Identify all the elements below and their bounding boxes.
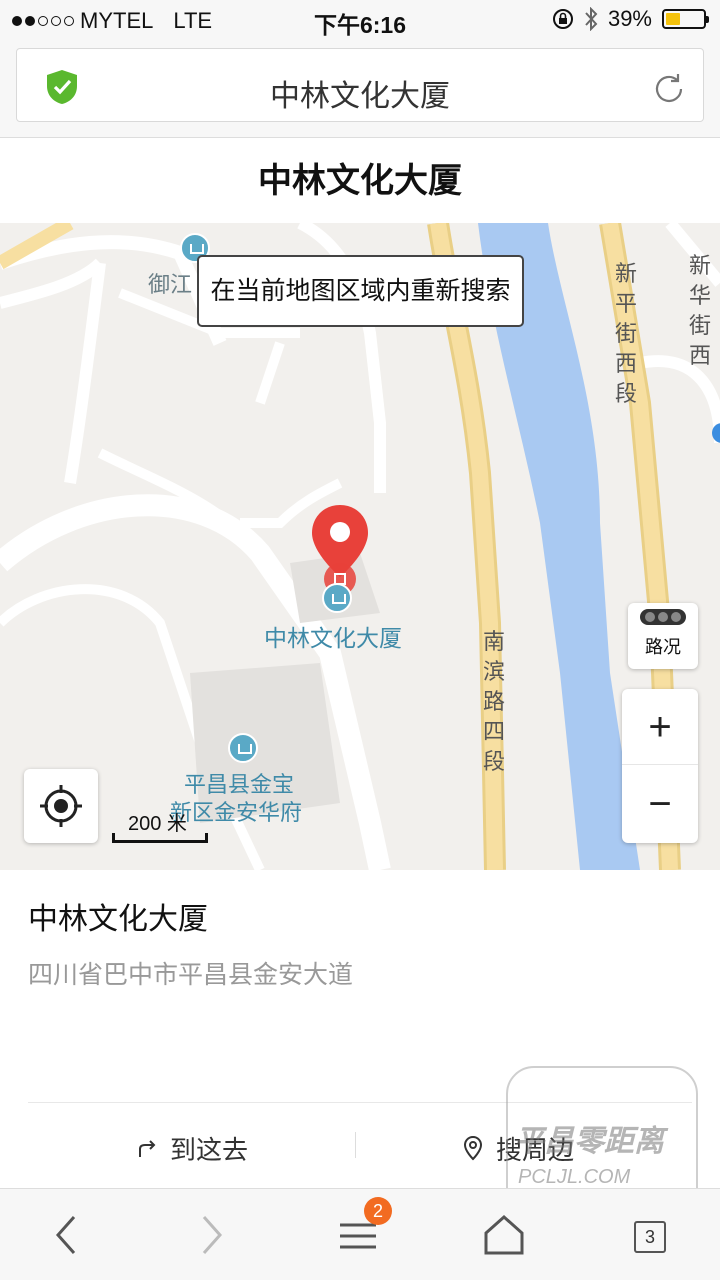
scale-text: 200 米 [128, 813, 187, 835]
action-separator [355, 1132, 356, 1158]
battery-icon [662, 9, 709, 29]
back-button[interactable] [36, 1205, 96, 1265]
battery-level [666, 13, 681, 25]
forward-button[interactable] [182, 1205, 242, 1265]
go-here-button[interactable]: 到这去 [136, 1126, 248, 1170]
bluetooth-icon [585, 7, 598, 31]
zoom-control: + − [622, 689, 698, 843]
traffic-label: 路况 [645, 637, 681, 657]
research-area-button[interactable]: 在当前地图区域内重新搜索 [197, 255, 524, 327]
location-marker-icon [463, 1135, 483, 1161]
watermark-url: PCLJL.COM [518, 1166, 631, 1188]
page-header: 中林文化大厦 [0, 139, 720, 223]
battery-percent: 39% [607, 6, 652, 31]
place-address: 四川省巴中市平昌县金安大道 [28, 961, 354, 989]
traffic-light-icon [640, 609, 686, 625]
address-title[interactable]: 中林文化大厦 [17, 71, 703, 115]
locate-button[interactable] [24, 769, 98, 843]
crosshair-icon [40, 785, 82, 827]
tabs-button[interactable]: 3 [620, 1205, 680, 1265]
route-arrow-icon [139, 1140, 156, 1157]
chevron-left-icon [55, 1216, 76, 1254]
map-label-yujiang: 御江 [148, 272, 193, 297]
menu-button[interactable]: 2 [328, 1197, 392, 1265]
road-label-xinping: 新平街西段 [614, 261, 637, 406]
browser-toolbar: 2 3 [0, 1188, 720, 1280]
road-label-nanbin: 南滨路四段 [482, 629, 505, 774]
chevron-right-icon [202, 1216, 223, 1254]
home-icon [484, 1214, 524, 1255]
scale-bar [112, 833, 208, 843]
zoom-out-button[interactable]: − [622, 766, 698, 842]
rotation-lock-icon [552, 9, 573, 29]
poi-icon [322, 583, 352, 613]
status-bar: MYTEL LTE 下午6:16 39% [0, 0, 720, 40]
browser-header: 中林文化大厦 [0, 40, 720, 138]
map-scale: 200 米 [112, 803, 208, 843]
place-name: 中林文化大厦 [28, 903, 208, 936]
traffic-button[interactable]: 路况 [628, 603, 698, 669]
tab-count: 3 [634, 1221, 666, 1253]
zoom-in-button[interactable]: + [622, 689, 698, 765]
status-right: 39% [552, 6, 709, 32]
page-title: 中林文化大厦 [258, 162, 462, 200]
menu-badge: 2 [364, 1197, 392, 1225]
map-view[interactable]: 御江 在当前地图区域内重新搜索 新平街西段 新华街西 南滨路四段 中林文化大厦 … [0, 223, 720, 870]
home-button[interactable] [474, 1205, 534, 1265]
address-bar[interactable]: 中林文化大厦 [16, 48, 704, 122]
reload-icon[interactable] [651, 71, 687, 107]
map-poi-label: 中林文化大厦 [264, 625, 402, 651]
watermark-title: 平昌零距离 [514, 1125, 664, 1158]
poi-icon[interactable] [228, 733, 258, 763]
go-here-label: 到这去 [170, 1134, 249, 1165]
road-label-xinhua: 新华街西 [688, 253, 711, 368]
location-pin-icon[interactable] [310, 503, 370, 595]
